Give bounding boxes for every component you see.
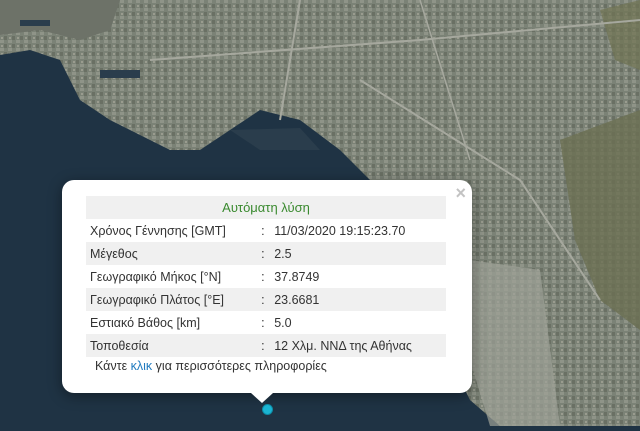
row-value: 37.8749 [274,269,320,284]
earthquake-info-popup: × Αυτόματη λύση Χρόνος Γέννησης [GMT] : … [62,180,472,393]
row-separator: : [259,242,269,265]
row-value: 2.5 [268,242,446,265]
row-separator: : [261,269,265,284]
table-row: Τοποθεσία : 12 Χλμ. ΝΝΔ της Αθήνας [86,334,446,357]
event-details-table: Αυτόματη λύση Χρόνος Γέννησης [GMT] : 11… [86,196,446,357]
row-separator: : [261,223,265,238]
row-value: 5.0 [274,315,292,330]
row-value: 12 Χλμ. ΝΝΔ της Αθήνας [268,334,446,357]
table-row: Μέγεθος : 2.5 [86,242,446,265]
more-info-prefix: Κάντε [95,359,131,373]
table-row: Γεωγραφικό Μήκος [°N] : 37.8749 [86,265,446,288]
row-separator: : [259,288,269,311]
epicenter-marker-icon[interactable] [262,404,273,415]
row-label: Γεωγραφικό Μήκος [°N] [90,269,222,284]
row-label: Χρόνος Γέννησης [GMT] [90,223,226,238]
row-value: 23.6681 [268,288,446,311]
row-separator: : [261,315,265,330]
more-info-suffix: για περισσότερες πληροφορίες [152,359,327,373]
row-label: Μέγεθος [86,242,260,265]
row-label: Τοποθεσία [86,334,260,357]
close-icon[interactable]: × [455,184,466,202]
row-label: Εστιακό Βάθος [km] [90,315,201,330]
table-row: Εστιακό Βάθος [km] : 5.0 [86,311,446,334]
row-separator: : [259,334,269,357]
row-value: 11/03/2020 19:15:23.70 [274,223,406,238]
popup-title: Αυτόματη λύση [86,196,446,219]
more-info-text: Κάντε κλικ για περισσότερες πληροφορίες [95,359,327,373]
more-info-link[interactable]: κλικ [131,359,153,373]
row-label: Γεωγραφικό Πλάτος [°E] [86,288,260,311]
popup-pointer [251,393,273,403]
table-row: Χρόνος Γέννησης [GMT] : 11/03/2020 19:15… [86,219,446,242]
table-row: Γεωγραφικό Πλάτος [°E] : 23.6681 [86,288,446,311]
